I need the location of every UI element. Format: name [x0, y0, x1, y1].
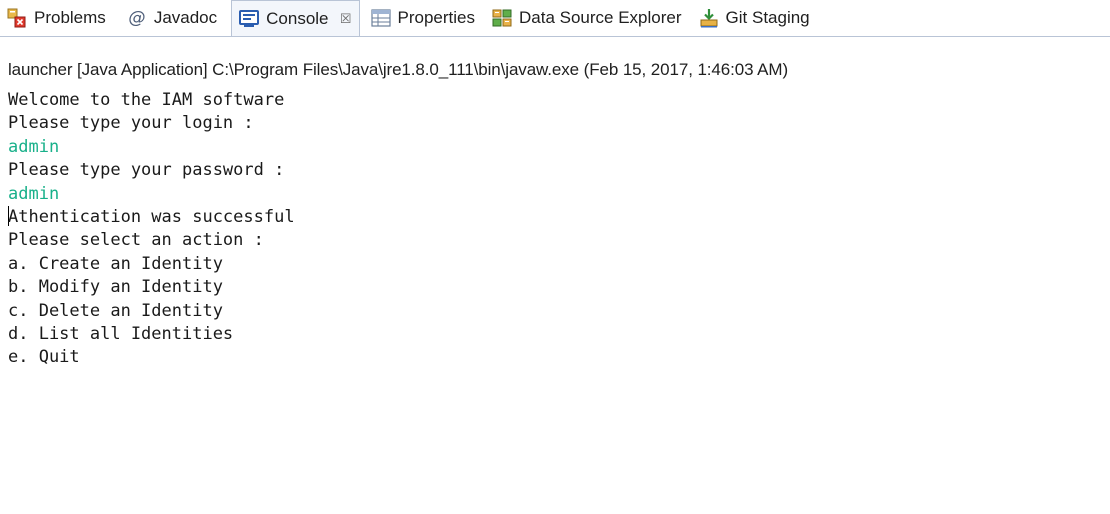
- console-input-line: admin: [8, 183, 295, 206]
- tab-label: Properties: [397, 8, 475, 27]
- console-output-line: Please type your password :: [8, 159, 295, 182]
- console-line-text: admin: [8, 136, 60, 157]
- console-line-text: b. Modify an Identity: [8, 277, 223, 298]
- console-line-text: Athentication was successful: [8, 206, 295, 227]
- console-line-text: a. Create an Identity: [8, 253, 223, 274]
- data-source-explorer-icon: [492, 9, 512, 27]
- tab-properties[interactable]: Properties: [364, 2, 481, 34]
- close-icon[interactable]: ☒: [339, 11, 353, 27]
- console-output-line: Athentication was successful: [8, 205, 295, 229]
- tab-git-staging[interactable]: Git Staging: [692, 2, 816, 34]
- console-output-line: c. Delete an Identity: [8, 300, 295, 323]
- console-line-text: Please type your password :: [8, 160, 285, 181]
- problems-icon: [7, 8, 26, 28]
- tab-bar-divider: [0, 36, 1110, 37]
- console-line-text: Welcome to the IAM software: [8, 90, 285, 110]
- console-icon: [239, 9, 260, 27]
- tab-label: Data Source Explorer: [519, 8, 682, 27]
- console-output-line: Please select an action :: [8, 229, 295, 252]
- tab-javadoc[interactable]: @ Javadoc: [120, 2, 223, 34]
- console-line-text: Please select an action :: [8, 230, 264, 251]
- console-line-text: e. Quit: [8, 347, 80, 368]
- console-line-text: admin: [8, 183, 60, 204]
- view-tab-bar: Problems @ Javadoc Console ☒ Properties …: [0, 0, 1110, 36]
- git-staging-icon: [700, 9, 718, 28]
- tab-problems[interactable]: Problems: [0, 2, 112, 34]
- console-line-text: Please type your login :: [8, 113, 254, 134]
- console-output-line: Please type your login :: [8, 112, 295, 135]
- console-output-line: a. Create an Identity: [8, 253, 295, 276]
- tab-console[interactable]: Console ☒: [231, 0, 360, 36]
- console-output-line: e. Quit: [8, 346, 295, 369]
- console-input-line: admin: [8, 136, 295, 159]
- launch-description: launcher [Java Application] C:\Program F…: [8, 60, 789, 79]
- console-line-text: c. Delete an Identity: [8, 300, 223, 321]
- console-output-line: Welcome to the IAM software: [8, 89, 295, 112]
- console-output-line: b. Modify an Identity: [8, 276, 295, 299]
- tab-label: Console: [266, 8, 329, 28]
- tab-label: Problems: [34, 8, 106, 27]
- javadoc-at-icon: @: [128, 8, 146, 28]
- console-output-line: d. List all Identities: [8, 323, 295, 346]
- console-line-text: d. List all Identities: [8, 323, 234, 344]
- properties-icon: [370, 9, 391, 27]
- tab-label: Javadoc: [153, 8, 218, 27]
- tab-data-source-explorer[interactable]: Data Source Explorer: [485, 2, 688, 34]
- console-view: Problems @ Javadoc Console ☒ Properties …: [0, 0, 1110, 514]
- tab-label: Git Staging: [725, 8, 810, 27]
- console-output[interactable]: Welcome to the IAM software Please type y…: [8, 89, 295, 370]
